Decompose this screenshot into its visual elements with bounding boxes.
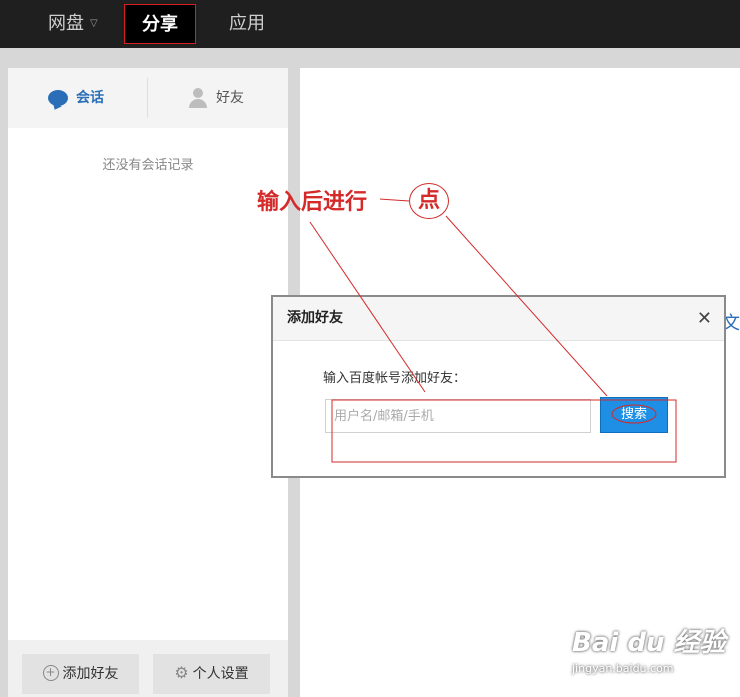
- tab-divider: [147, 78, 148, 118]
- chevron-down-icon: ▽: [90, 18, 98, 29]
- nav-item-share[interactable]: 分享: [124, 4, 196, 44]
- empty-conversation-text: 还没有会话记录: [102, 158, 194, 173]
- search-button[interactable]: 搜索: [600, 397, 668, 433]
- dialog-instruction: 输入百度帐号添加好友：: [323, 371, 467, 386]
- panel-bottom-bar: + 添加好友 ⚙ 个人设置: [8, 640, 288, 697]
- nav-item-apps[interactable]: 应用: [229, 0, 265, 48]
- nav-netdisk-label: 网盘: [48, 13, 84, 34]
- gear-icon: ⚙: [174, 663, 189, 682]
- plus-circle-icon: +: [42, 665, 59, 681]
- account-search-input[interactable]: [325, 399, 591, 433]
- watermark-url: jingyan.baidu.com: [572, 662, 674, 675]
- person-icon: [188, 88, 208, 108]
- personal-settings-button[interactable]: ⚙ 个人设置: [153, 654, 270, 694]
- baidu-jingyan-watermark: Bai du 经验 jingyan.baidu.com: [572, 622, 726, 675]
- add-friend-dialog: 添加好友 ✕ 输入百度帐号添加好友： 搜索: [271, 295, 726, 478]
- annotation-circle: 点: [409, 183, 449, 219]
- tab-friends-label: 好友: [216, 90, 244, 106]
- nav-item-netdisk[interactable]: 网盘 ▽: [48, 0, 98, 48]
- add-friend-button[interactable]: + 添加好友: [22, 654, 139, 694]
- close-icon[interactable]: ✕: [697, 297, 712, 340]
- tab-conversations[interactable]: 会话: [48, 68, 104, 128]
- conversation-panel: 会话 好友 还没有会话记录 + 添加好友 ⚙ 个人设置: [8, 68, 288, 697]
- watermark-brand: Bai du 经验: [572, 628, 726, 658]
- add-friend-label: 添加好友: [62, 666, 119, 682]
- personal-settings-label: 个人设置: [192, 666, 249, 682]
- tab-conversations-label: 会话: [76, 90, 104, 106]
- annotation-text: 输入后进行: [257, 190, 368, 215]
- dialog-title: 添加好友: [287, 310, 343, 326]
- chat-bubble-icon: [48, 90, 68, 106]
- dialog-header: 添加好友 ✕: [273, 297, 724, 341]
- tab-friends[interactable]: 好友: [188, 68, 244, 128]
- panel-tabs: 会话 好友: [8, 68, 288, 128]
- top-nav: 网盘 ▽ 分享 应用: [0, 0, 740, 48]
